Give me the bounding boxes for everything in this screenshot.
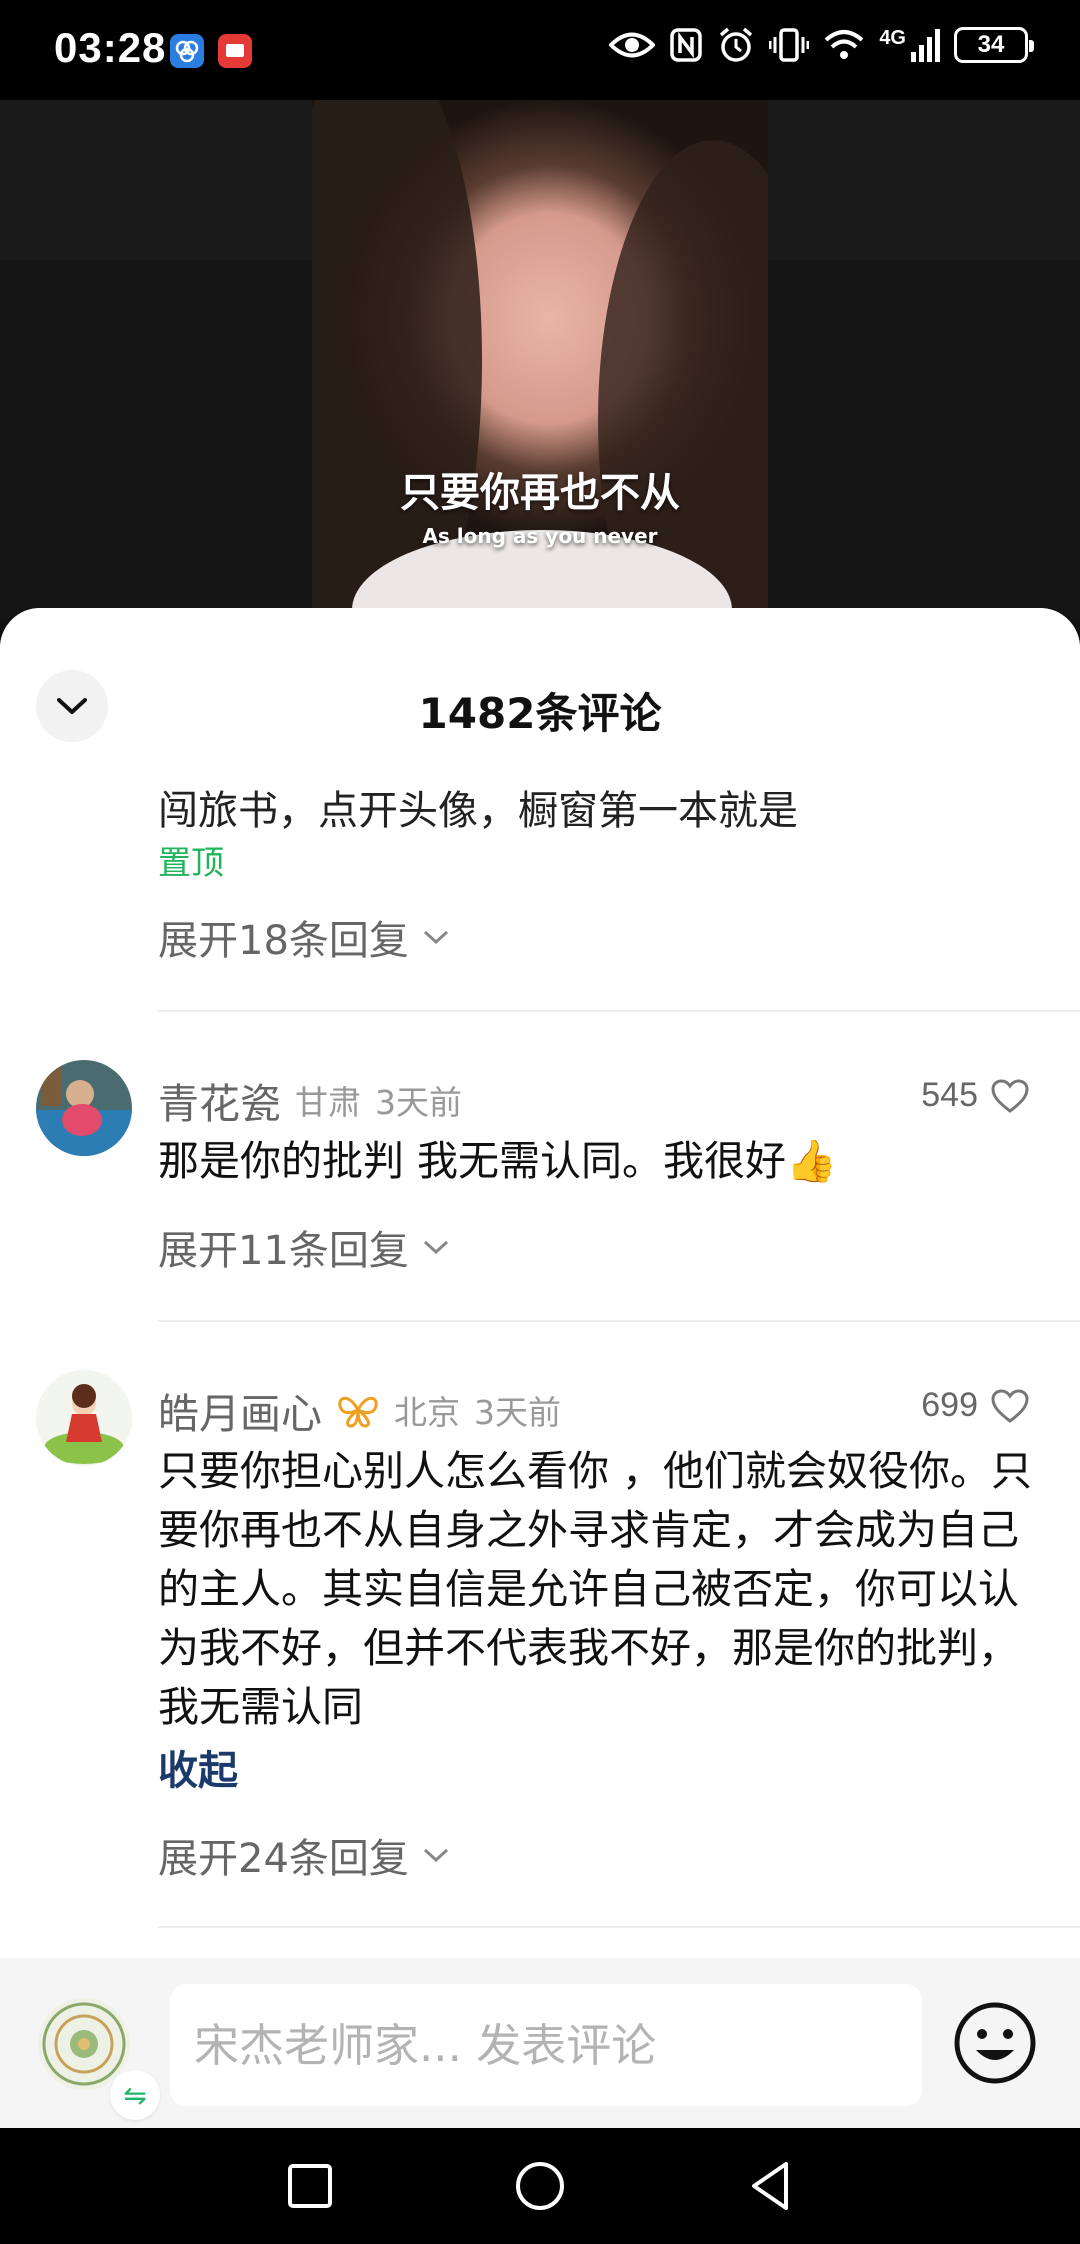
my-avatar[interactable]: [38, 1998, 130, 2090]
comment-divider: [158, 1320, 1080, 1322]
comment-time: 3天前: [474, 1393, 561, 1432]
comment-input[interactable]: [170, 1984, 922, 2106]
video-caption-english: As long as you never: [422, 524, 658, 548]
system-nav-bar: [0, 2128, 1080, 2244]
like-button[interactable]: 699: [921, 1386, 1030, 1425]
like-button[interactable]: 545: [921, 1076, 1030, 1115]
back-icon[interactable]: [742, 2158, 798, 2214]
comment-username[interactable]: 青花瓷: [158, 1070, 281, 1130]
status-icons: 4G 34: [609, 26, 1034, 64]
comment-text: 只要你担心别人怎么看你 ，他们就会奴役你。只要你再也不从自身之外寻求肯定，才会成…: [158, 1447, 1033, 1731]
recent-apps-icon[interactable]: [282, 2158, 338, 2214]
chevron-down-icon: [423, 1848, 448, 1863]
expand-replies-button[interactable]: 展开18条回复: [158, 908, 449, 966]
nfc-icon: [670, 28, 703, 62]
network-label: 4G: [879, 28, 940, 62]
chevron-down-icon: [423, 930, 448, 945]
butterfly-badge-icon: [338, 1396, 378, 1428]
comment-header: 皓月画心 北京 3天前: [158, 1380, 561, 1440]
video-frame[interactable]: 只要你再也不从 As long as you never: [312, 100, 768, 620]
pinned-label: 置顶: [158, 843, 224, 882]
comment-input-bar: ⇋: [0, 1958, 1080, 2128]
message-notification-icon: [218, 34, 252, 68]
video-player[interactable]: 只要你再也不从 As long as you never: [0, 100, 1080, 620]
avatar[interactable]: [36, 1060, 132, 1156]
comment-sheet-header: 1482条评论: [0, 608, 1080, 758]
status-time: 03:28: [54, 24, 167, 71]
alarm-icon: [720, 27, 753, 62]
like-count: 699: [921, 1386, 978, 1424]
comment-count-title: 1482条评论: [418, 689, 662, 738]
expand-replies-label: 展开24条回复: [158, 1836, 409, 1882]
expand-replies-button[interactable]: 展开24条回复: [158, 1826, 449, 1884]
signal-icon: [911, 29, 940, 62]
wifi-icon: [824, 30, 864, 59]
emoji-icon[interactable]: [952, 2000, 1038, 2086]
eye-icon: [609, 32, 656, 58]
expand-replies-button[interactable]: 展开11条回复: [158, 1218, 449, 1276]
status-bar: 03:28 4G 34: [0, 0, 1080, 100]
comment-header: 青花瓷 甘肃 3天前: [158, 1070, 462, 1130]
app-notification-icon: [170, 34, 204, 68]
avatar[interactable]: [36, 1370, 132, 1466]
like-count: 545: [921, 1076, 978, 1114]
expand-replies-label: 展开11条回复: [158, 1228, 409, 1274]
comment-location: 甘肃: [295, 1083, 361, 1122]
comment-sheet: 1482条评论 闯旅书，点开头像，橱窗第一本就是 置顶 展开18条回复 青花瓷 …: [0, 608, 1080, 2128]
avatar-image: [36, 1060, 132, 1156]
comment-text: 那是你的批判 我无需认同。我很好👍: [158, 1137, 838, 1185]
comment-divider: [158, 1926, 1080, 1928]
home-icon[interactable]: [512, 2158, 568, 2214]
expand-replies-label: 展开18条回复: [158, 918, 409, 964]
pinned-comment-text: 闯旅书，点开头像，橱窗第一本就是: [158, 788, 798, 834]
comment-time: 3天前: [375, 1083, 462, 1122]
comment-username[interactable]: 皓月画心: [158, 1380, 322, 1440]
video-caption-chinese: 只要你再也不从: [400, 470, 680, 516]
heart-icon: [991, 1078, 1029, 1113]
avatar-image: [36, 1370, 132, 1466]
switch-account-badge[interactable]: ⇋: [110, 2070, 160, 2120]
collapse-comment-link[interactable]: 收起: [158, 1738, 238, 1796]
comment-location: 北京: [394, 1393, 460, 1432]
chevron-down-icon: [423, 1240, 448, 1255]
battery-icon: 34: [954, 27, 1034, 63]
mandala-avatar-image: [38, 1998, 130, 2090]
vibrate-icon: [769, 28, 810, 62]
heart-icon: [991, 1388, 1029, 1423]
comment-divider: [158, 1010, 1080, 1012]
network-type: 4G: [879, 27, 906, 49]
